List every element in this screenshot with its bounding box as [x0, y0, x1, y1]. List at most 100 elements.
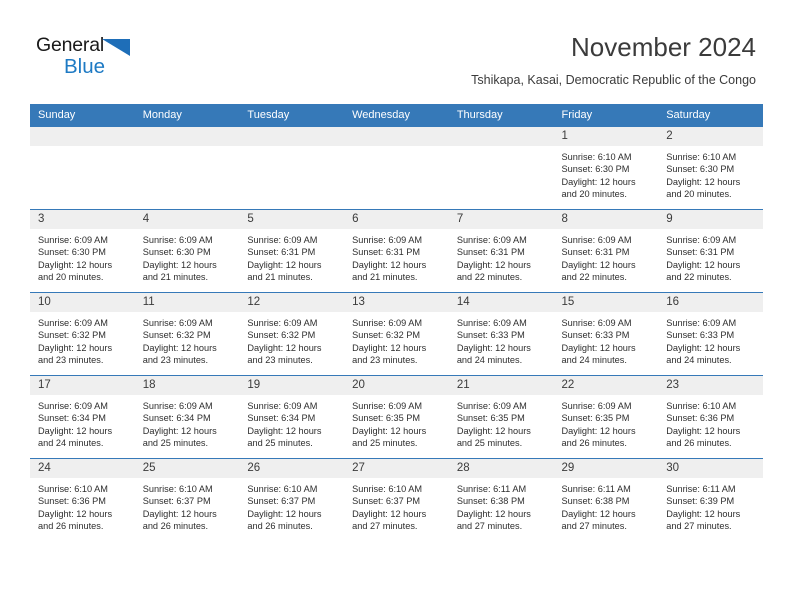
- day-details: Sunrise: 6:09 AM Sunset: 6:30 PM Daylight:…: [135, 229, 240, 284]
- daylight-text: Daylight: 12 hours and 26 minutes.: [38, 508, 113, 532]
- sunset-text: Sunset: 6:30 PM: [561, 164, 630, 175]
- generalblue-logo[interactable]: General Blue: [36, 34, 166, 84]
- sunrise-text: Sunrise: 6:09 AM: [38, 235, 108, 245]
- daylight-text: Daylight: 12 hours and 20 minutes.: [666, 176, 741, 200]
- day-details: Sunrise: 6:09 AM Sunset: 6:30 PM Daylight:…: [30, 229, 135, 284]
- calendar-day-cell[interactable]: 14 Sunrise: 6:09 AM Sunset: 6:33 PM Dayligh…: [448, 292, 554, 376]
- sunrise-text: Sunrise: 6:11 AM: [561, 484, 631, 494]
- day-number: 26: [239, 459, 345, 478]
- day-number: 28: [448, 459, 554, 478]
- sunset-text: Sunset: 6:34 PM: [247, 413, 316, 424]
- calendar-day-cell-empty: [239, 126, 345, 210]
- weekday-header-sunday: Sunday: [30, 104, 135, 127]
- day-number: 4: [134, 210, 240, 229]
- day-number: [448, 127, 554, 146]
- calendar-day-cell[interactable]: 5 Sunrise: 6:09 AM Sunset: 6:31 PM Daylight…: [239, 209, 345, 293]
- sunrise-text: Sunrise: 6:09 AM: [456, 318, 527, 328]
- sunset-text: Sunset: 6:33 PM: [666, 330, 735, 341]
- calendar-day-cell[interactable]: 4 Sunrise: 6:09 AM Sunset: 6:30 PM Daylight…: [134, 209, 240, 293]
- calendar-day-cell[interactable]: 7 Sunrise: 6:09 AM Sunset: 6:31 PM Daylight…: [448, 209, 554, 293]
- calendar-day-cell[interactable]: 8 Sunrise: 6:09 AM Sunset: 6:31 PM Daylight…: [553, 209, 659, 293]
- day-number: 15: [553, 293, 659, 312]
- calendar-day-cell[interactable]: 6 Sunrise: 6:09 AM Sunset: 6:31 PM Daylight…: [344, 209, 449, 293]
- calendar-table: Sunday Monday Tuesday Wednesday Thursday Frid…: [30, 104, 763, 541]
- day-details: Sunrise: 6:11 AM Sunset: 6:38 PM Daylight:…: [449, 478, 554, 533]
- sunset-text: Sunset: 6:35 PM: [456, 413, 525, 424]
- calendar-day-cell[interactable]: 22 Sunrise: 6:09 AM Sunset: 6:35 PM Dayligh…: [553, 375, 659, 459]
- day-details: Sunrise: 6:09 AM Sunset: 6:32 PM Daylight:…: [30, 312, 135, 367]
- calendar-day-cell[interactable]: 10 Sunrise: 6:09 AM Sunset: 6:32 PM Dayligh…: [30, 292, 135, 376]
- day-details: Sunrise: 6:09 AM Sunset: 6:34 PM Daylight:…: [30, 395, 135, 450]
- sunrise-text: Sunrise: 6:09 AM: [666, 318, 737, 328]
- daylight-text: Daylight: 12 hours and 27 minutes.: [561, 508, 636, 532]
- sunrise-text: Sunrise: 6:09 AM: [247, 235, 318, 245]
- daylight-text: Daylight: 12 hours and 26 minutes.: [247, 508, 322, 532]
- day-number: 25: [134, 459, 240, 478]
- calendar-day-cell[interactable]: 27 Sunrise: 6:10 AM Sunset: 6:37 PM Dayligh…: [344, 458, 449, 541]
- calendar-day-cell[interactable]: 12 Sunrise: 6:09 AM Sunset: 6:32 PM Dayligh…: [239, 292, 345, 376]
- calendar-day-cell-empty: [344, 126, 449, 210]
- calendar-day-cell[interactable]: 28 Sunrise: 6:11 AM Sunset: 6:38 PM Dayligh…: [448, 458, 554, 541]
- sunset-text: Sunset: 6:31 PM: [561, 247, 630, 258]
- calendar-day-cell[interactable]: 9 Sunrise: 6:09 AM Sunset: 6:31 PM Daylight…: [658, 209, 763, 293]
- calendar-day-cell[interactable]: 11 Sunrise: 6:09 AM Sunset: 6:32 PM Dayligh…: [134, 292, 240, 376]
- weekday-header-thursday: Thursday: [448, 104, 554, 127]
- sunrise-text: Sunrise: 6:10 AM: [142, 484, 213, 494]
- daylight-text: Daylight: 12 hours and 22 minutes.: [456, 259, 531, 283]
- calendar-day-cell[interactable]: 18 Sunrise: 6:09 AM Sunset: 6:34 PM Dayligh…: [134, 375, 240, 459]
- sunset-text: Sunset: 6:31 PM: [352, 247, 421, 258]
- daylight-text: Daylight: 12 hours and 21 minutes.: [352, 259, 427, 283]
- day-number: 30: [658, 459, 763, 478]
- calendar-day-cell[interactable]: 16 Sunrise: 6:09 AM Sunset: 6:33 PM Dayligh…: [658, 292, 763, 376]
- daylight-text: Daylight: 12 hours and 21 minutes.: [142, 259, 217, 283]
- day-number: 7: [448, 210, 554, 229]
- daylight-text: Daylight: 12 hours and 20 minutes.: [38, 259, 113, 283]
- daylight-text: Daylight: 12 hours and 25 minutes.: [247, 425, 322, 449]
- calendar-day-cell[interactable]: 20 Sunrise: 6:09 AM Sunset: 6:35 PM Dayligh…: [344, 375, 449, 459]
- day-number: 12: [239, 293, 345, 312]
- calendar-day-cell[interactable]: 19 Sunrise: 6:09 AM Sunset: 6:34 PM Dayligh…: [239, 375, 345, 459]
- sunset-text: Sunset: 6:31 PM: [456, 247, 525, 258]
- daylight-text: Daylight: 12 hours and 24 minutes.: [456, 342, 531, 366]
- sunset-text: Sunset: 6:34 PM: [38, 413, 106, 424]
- calendar-day-cell[interactable]: 1 Sunrise: 6:10 AM Sunset: 6:30 PM Daylight…: [553, 126, 659, 210]
- day-details: Sunrise: 6:09 AM Sunset: 6:33 PM Daylight:…: [658, 312, 763, 367]
- day-number: 20: [344, 376, 449, 395]
- calendar-day-cell[interactable]: 15 Sunrise: 6:09 AM Sunset: 6:33 PM Dayligh…: [553, 292, 659, 376]
- sunset-text: Sunset: 6:38 PM: [456, 496, 525, 507]
- calendar-day-cell[interactable]: 25 Sunrise: 6:10 AM Sunset: 6:37 PM Dayligh…: [134, 458, 240, 541]
- calendar-week-row: 24 Sunrise: 6:10 AM Sunset: 6:36 PM Dayligh…: [30, 458, 763, 541]
- calendar-day-cell[interactable]: 23 Sunrise: 6:10 AM Sunset: 6:36 PM Dayligh…: [658, 375, 763, 459]
- sunset-text: Sunset: 6:30 PM: [666, 164, 735, 175]
- daylight-text: Daylight: 12 hours and 23 minutes.: [247, 342, 322, 366]
- day-number: [134, 127, 240, 146]
- calendar-day-cell[interactable]: 26 Sunrise: 6:10 AM Sunset: 6:37 PM Dayligh…: [239, 458, 345, 541]
- day-number: [344, 127, 449, 146]
- sunrise-text: Sunrise: 6:09 AM: [352, 318, 423, 328]
- calendar-day-cell[interactable]: 21 Sunrise: 6:09 AM Sunset: 6:35 PM Dayligh…: [448, 375, 554, 459]
- calendar-day-cell[interactable]: 2 Sunrise: 6:10 AM Sunset: 6:30 PM Daylight…: [658, 126, 763, 210]
- day-number: 8: [553, 210, 659, 229]
- logo-text-blue: Blue: [64, 55, 106, 78]
- calendar-day-cell[interactable]: 17 Sunrise: 6:09 AM Sunset: 6:34 PM Dayligh…: [30, 375, 135, 459]
- weekday-header-wednesday: Wednesday: [344, 104, 449, 127]
- calendar-day-cell[interactable]: 13 Sunrise: 6:09 AM Sunset: 6:32 PM Dayligh…: [344, 292, 449, 376]
- weekday-header-saturday: Saturday: [658, 104, 763, 127]
- sunset-text: Sunset: 6:35 PM: [352, 413, 421, 424]
- sunset-text: Sunset: 6:35 PM: [561, 413, 630, 424]
- sunrise-text: Sunrise: 6:09 AM: [561, 318, 632, 328]
- calendar-day-cell[interactable]: 30 Sunrise: 6:11 AM Sunset: 6:39 PM Dayligh…: [658, 458, 763, 541]
- day-details: Sunrise: 6:09 AM Sunset: 6:32 PM Daylight:…: [344, 312, 449, 367]
- day-number: [30, 127, 135, 146]
- day-details: Sunrise: 6:09 AM Sunset: 6:31 PM Daylight:…: [449, 229, 554, 284]
- day-details: Sunrise: 6:10 AM Sunset: 6:36 PM Daylight:…: [658, 395, 763, 450]
- sunrise-text: Sunrise: 6:09 AM: [456, 235, 527, 245]
- day-number: 3: [30, 210, 135, 229]
- calendar-day-cell[interactable]: 24 Sunrise: 6:10 AM Sunset: 6:36 PM Dayligh…: [30, 458, 135, 541]
- calendar-day-cell[interactable]: 29 Sunrise: 6:11 AM Sunset: 6:38 PM Dayligh…: [553, 458, 659, 541]
- day-number: 9: [658, 210, 763, 229]
- calendar-header-row: Sunday Monday Tuesday Wednesday Thursday Frid…: [30, 104, 763, 127]
- sunrise-text: Sunrise: 6:10 AM: [247, 484, 318, 494]
- daylight-text: Daylight: 12 hours and 22 minutes.: [561, 259, 636, 283]
- calendar-day-cell[interactable]: 3 Sunrise: 6:09 AM Sunset: 6:30 PM Daylight…: [30, 209, 135, 293]
